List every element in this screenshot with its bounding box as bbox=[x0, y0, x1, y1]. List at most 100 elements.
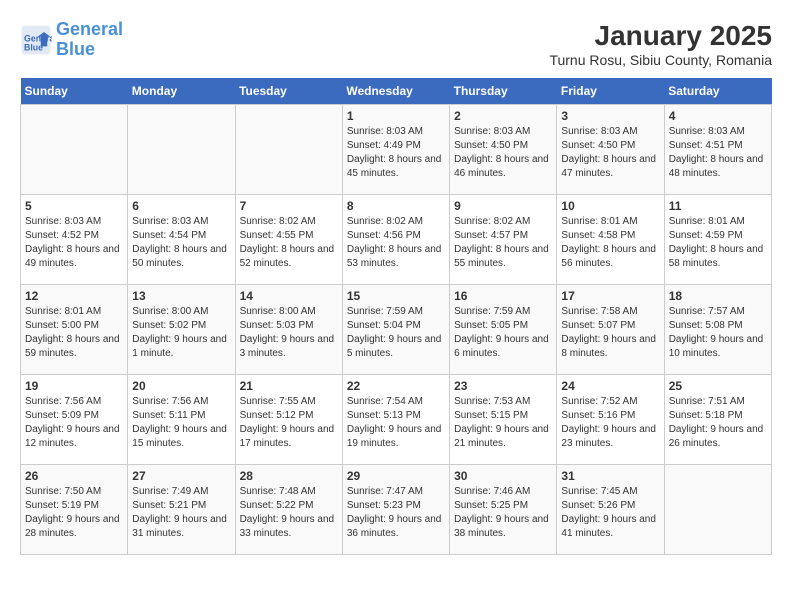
day-cell: 19 Sunrise: 7:56 AM Sunset: 5:09 PM Dayli… bbox=[21, 375, 128, 465]
day-number: 17 bbox=[561, 289, 659, 303]
day-info: Sunrise: 8:03 AM Sunset: 4:52 PM Dayligh… bbox=[25, 215, 123, 271]
day-info: Sunrise: 8:03 AM Sunset: 4:49 PM Dayligh… bbox=[347, 125, 445, 181]
day-info: Sunrise: 7:51 AM Sunset: 5:18 PM Dayligh… bbox=[669, 395, 767, 451]
day-info: Sunrise: 7:52 AM Sunset: 5:16 PM Dayligh… bbox=[561, 395, 659, 451]
week-row-4: 19 Sunrise: 7:56 AM Sunset: 5:09 PM Dayli… bbox=[21, 375, 772, 465]
day-cell: 3 Sunrise: 8:03 AM Sunset: 4:50 PM Daylig… bbox=[557, 105, 664, 195]
header-sunday: Sunday bbox=[21, 78, 128, 105]
day-info: Sunrise: 8:03 AM Sunset: 4:51 PM Dayligh… bbox=[669, 125, 767, 181]
day-cell: 7 Sunrise: 8:02 AM Sunset: 4:55 PM Daylig… bbox=[235, 195, 342, 285]
day-cell: 4 Sunrise: 8:03 AM Sunset: 4:51 PM Daylig… bbox=[664, 105, 771, 195]
day-cell: 11Sunrise: 8:01 AM Sunset: 4:59 PM Dayli… bbox=[664, 195, 771, 285]
day-number: 6 bbox=[132, 199, 230, 213]
day-number: 27 bbox=[132, 469, 230, 483]
day-info: Sunrise: 7:56 AM Sunset: 5:09 PM Dayligh… bbox=[25, 395, 123, 451]
day-info: Sunrise: 8:01 AM Sunset: 5:00 PM Dayligh… bbox=[25, 305, 123, 361]
day-number: 21 bbox=[240, 379, 338, 393]
day-info: Sunrise: 7:56 AM Sunset: 5:11 PM Dayligh… bbox=[132, 395, 230, 451]
header-tuesday: Tuesday bbox=[235, 78, 342, 105]
day-info: Sunrise: 7:47 AM Sunset: 5:23 PM Dayligh… bbox=[347, 485, 445, 541]
day-number: 23 bbox=[454, 379, 552, 393]
day-number: 28 bbox=[240, 469, 338, 483]
day-cell: 5 Sunrise: 8:03 AM Sunset: 4:52 PM Daylig… bbox=[21, 195, 128, 285]
day-info: Sunrise: 7:45 AM Sunset: 5:26 PM Dayligh… bbox=[561, 485, 659, 541]
day-cell bbox=[128, 105, 235, 195]
day-cell bbox=[664, 465, 771, 555]
day-number: 7 bbox=[240, 199, 338, 213]
day-number: 4 bbox=[669, 109, 767, 123]
week-row-3: 12 Sunrise: 8:01 AM Sunset: 5:00 PM Dayli… bbox=[21, 285, 772, 375]
day-cell: 27 Sunrise: 7:49 AM Sunset: 5:21 PM Dayli… bbox=[128, 465, 235, 555]
logo-icon: General Blue bbox=[20, 24, 52, 56]
day-info: Sunrise: 8:00 AM Sunset: 5:02 PM Dayligh… bbox=[132, 305, 230, 361]
day-number: 26 bbox=[25, 469, 123, 483]
day-number: 24 bbox=[561, 379, 659, 393]
day-cell: 2 Sunrise: 8:03 AM Sunset: 4:50 PM Daylig… bbox=[450, 105, 557, 195]
day-cell bbox=[235, 105, 342, 195]
day-info: Sunrise: 8:01 AM Sunset: 4:58 PM Dayligh… bbox=[561, 215, 659, 271]
calendar-title: January 2025 bbox=[549, 20, 772, 52]
calendar-table: SundayMondayTuesdayWednesdayThursdayFrid… bbox=[20, 78, 772, 555]
day-info: Sunrise: 7:54 AM Sunset: 5:13 PM Dayligh… bbox=[347, 395, 445, 451]
day-cell bbox=[21, 105, 128, 195]
day-number: 30 bbox=[454, 469, 552, 483]
day-number: 31 bbox=[561, 469, 659, 483]
page-header: General Blue General Blue January 2025 T… bbox=[20, 20, 772, 68]
day-info: Sunrise: 7:59 AM Sunset: 5:05 PM Dayligh… bbox=[454, 305, 552, 361]
day-cell: 31 Sunrise: 7:45 AM Sunset: 5:26 PM Dayli… bbox=[557, 465, 664, 555]
day-info: Sunrise: 7:49 AM Sunset: 5:21 PM Dayligh… bbox=[132, 485, 230, 541]
day-number: 25 bbox=[669, 379, 767, 393]
day-cell: 20 Sunrise: 7:56 AM Sunset: 5:11 PM Dayli… bbox=[128, 375, 235, 465]
day-info: Sunrise: 8:02 AM Sunset: 4:57 PM Dayligh… bbox=[454, 215, 552, 271]
day-number: 29 bbox=[347, 469, 445, 483]
day-number: 8 bbox=[347, 199, 445, 213]
day-info: Sunrise: 8:02 AM Sunset: 4:56 PM Dayligh… bbox=[347, 215, 445, 271]
day-info: Sunrise: 7:46 AM Sunset: 5:25 PM Dayligh… bbox=[454, 485, 552, 541]
day-info: Sunrise: 7:57 AM Sunset: 5:08 PM Dayligh… bbox=[669, 305, 767, 361]
day-cell: 24 Sunrise: 7:52 AM Sunset: 5:16 PM Dayli… bbox=[557, 375, 664, 465]
day-number: 3 bbox=[561, 109, 659, 123]
day-cell: 25 Sunrise: 7:51 AM Sunset: 5:18 PM Dayli… bbox=[664, 375, 771, 465]
week-row-5: 26 Sunrise: 7:50 AM Sunset: 5:19 PM Dayli… bbox=[21, 465, 772, 555]
day-info: Sunrise: 8:00 AM Sunset: 5:03 PM Dayligh… bbox=[240, 305, 338, 361]
day-number: 18 bbox=[669, 289, 767, 303]
day-cell: 1 Sunrise: 8:03 AM Sunset: 4:49 PM Daylig… bbox=[342, 105, 449, 195]
day-info: Sunrise: 7:48 AM Sunset: 5:22 PM Dayligh… bbox=[240, 485, 338, 541]
day-number: 5 bbox=[25, 199, 123, 213]
day-cell: 17 Sunrise: 7:58 AM Sunset: 5:07 PM Dayli… bbox=[557, 285, 664, 375]
svg-text:Blue: Blue bbox=[24, 42, 43, 52]
day-info: Sunrise: 8:03 AM Sunset: 4:50 PM Dayligh… bbox=[454, 125, 552, 181]
day-info: Sunrise: 8:03 AM Sunset: 4:50 PM Dayligh… bbox=[561, 125, 659, 181]
day-cell: 22 Sunrise: 7:54 AM Sunset: 5:13 PM Dayli… bbox=[342, 375, 449, 465]
logo-text: General Blue bbox=[56, 20, 123, 60]
logo: General Blue General Blue bbox=[20, 20, 123, 60]
day-cell: 14 Sunrise: 8:00 AM Sunset: 5:03 PM Dayli… bbox=[235, 285, 342, 375]
header-friday: Friday bbox=[557, 78, 664, 105]
header-saturday: Saturday bbox=[664, 78, 771, 105]
day-info: Sunrise: 7:55 AM Sunset: 5:12 PM Dayligh… bbox=[240, 395, 338, 451]
day-info: Sunrise: 7:58 AM Sunset: 5:07 PM Dayligh… bbox=[561, 305, 659, 361]
week-row-1: 1 Sunrise: 8:03 AM Sunset: 4:49 PM Daylig… bbox=[21, 105, 772, 195]
day-info: Sunrise: 7:50 AM Sunset: 5:19 PM Dayligh… bbox=[25, 485, 123, 541]
day-cell: 28 Sunrise: 7:48 AM Sunset: 5:22 PM Dayli… bbox=[235, 465, 342, 555]
calendar-subtitle: Turnu Rosu, Sibiu County, Romania bbox=[549, 52, 772, 68]
day-number: 19 bbox=[25, 379, 123, 393]
day-info: Sunrise: 8:02 AM Sunset: 4:55 PM Dayligh… bbox=[240, 215, 338, 271]
day-cell: 15Sunrise: 7:59 AM Sunset: 5:04 PM Dayli… bbox=[342, 285, 449, 375]
day-number: 20 bbox=[132, 379, 230, 393]
day-cell: 29 Sunrise: 7:47 AM Sunset: 5:23 PM Dayli… bbox=[342, 465, 449, 555]
day-cell: 26 Sunrise: 7:50 AM Sunset: 5:19 PM Dayli… bbox=[21, 465, 128, 555]
day-cell: 9Sunrise: 8:02 AM Sunset: 4:57 PM Daylig… bbox=[450, 195, 557, 285]
day-number: 14 bbox=[240, 289, 338, 303]
day-number: 2 bbox=[454, 109, 552, 123]
day-number: 1 bbox=[347, 109, 445, 123]
day-cell: 23Sunrise: 7:53 AM Sunset: 5:15 PM Dayli… bbox=[450, 375, 557, 465]
day-number: 22 bbox=[347, 379, 445, 393]
day-cell: 21 Sunrise: 7:55 AM Sunset: 5:12 PM Dayli… bbox=[235, 375, 342, 465]
day-cell: 10Sunrise: 8:01 AM Sunset: 4:58 PM Dayli… bbox=[557, 195, 664, 285]
day-number: 15 bbox=[347, 289, 445, 303]
day-cell: 13Sunrise: 8:00 AM Sunset: 5:02 PM Dayli… bbox=[128, 285, 235, 375]
header-thursday: Thursday bbox=[450, 78, 557, 105]
day-cell: 8 Sunrise: 8:02 AM Sunset: 4:56 PM Daylig… bbox=[342, 195, 449, 285]
day-number: 12 bbox=[25, 289, 123, 303]
